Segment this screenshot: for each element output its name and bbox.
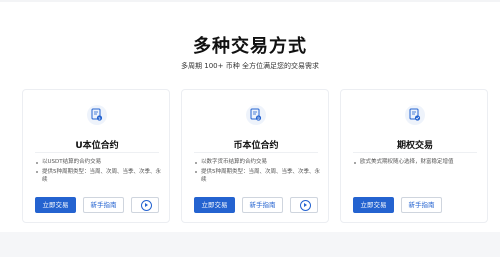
beginner-guide-button[interactable]: 新手指南 bbox=[83, 197, 124, 213]
feature-item: 以USDT结算的合约交易 bbox=[35, 158, 165, 167]
card-coin-contract: ₿ 币本位合约 以数字货币结算的合约交易 提供5种周期类型：当周、次周、当季、次… bbox=[181, 89, 329, 223]
section-subtitle: 多周期 100+ 币种 全方位满足您的交易需求 bbox=[181, 62, 319, 70]
trade-now-button[interactable]: 立即交易 bbox=[353, 197, 394, 213]
feature-item: 提供5种周期类型：当周、次周、当季、次季、永续 bbox=[194, 168, 324, 185]
feature-list: 欧式美式期权随心选择，财富稳定增值 bbox=[353, 158, 483, 168]
feature-item: 欧式美式期权随心选择，财富稳定增值 bbox=[353, 158, 483, 167]
feature-item: 以数字货币结算的合约交易 bbox=[194, 158, 324, 167]
video-button[interactable] bbox=[131, 197, 159, 213]
card-title: U本位合约 bbox=[75, 141, 119, 151]
beginner-guide-button[interactable]: 新手指南 bbox=[242, 197, 283, 213]
play-icon bbox=[300, 200, 311, 211]
top-divider bbox=[0, 0, 500, 2]
feature-list: 以USDT结算的合约交易 提供5种周期类型：当周、次周、当季、次季、永续 bbox=[35, 158, 165, 186]
beginner-guide-button[interactable]: 新手指南 bbox=[401, 197, 442, 213]
feature-item: 提供5种周期类型：当周、次周、当季、次季、永续 bbox=[35, 168, 165, 185]
coin-contract-icon: ₿ bbox=[246, 105, 266, 125]
card-divider bbox=[353, 152, 477, 153]
card-divider bbox=[194, 152, 318, 153]
trade-now-button[interactable]: 立即交易 bbox=[35, 197, 76, 213]
section-title: 多种交易方式 bbox=[193, 36, 307, 57]
play-icon bbox=[141, 200, 152, 211]
card-title: 币本位合约 bbox=[233, 141, 279, 151]
card-title: 期权交易 bbox=[396, 141, 433, 151]
svg-text:$: $ bbox=[98, 116, 100, 120]
usd-contract-icon: $ bbox=[87, 105, 107, 125]
trade-now-button[interactable]: 立即交易 bbox=[194, 197, 235, 213]
feature-list: 以数字货币结算的合约交易 提供5种周期类型：当周、次周、当季、次季、永续 bbox=[194, 158, 324, 186]
card-options: 期权交易 欧式美式期权随心选择，财富稳定增值 立即交易 新手指南 bbox=[340, 89, 488, 223]
video-button[interactable] bbox=[290, 197, 318, 213]
svg-text:₿: ₿ bbox=[257, 115, 260, 120]
card-divider bbox=[35, 152, 159, 153]
card-usd-contract: $ U本位合约 以USDT结算的合约交易 提供5种周期类型：当周、次周、当季、次… bbox=[22, 89, 170, 223]
bottom-section-background bbox=[0, 232, 500, 257]
options-icon bbox=[405, 105, 425, 125]
